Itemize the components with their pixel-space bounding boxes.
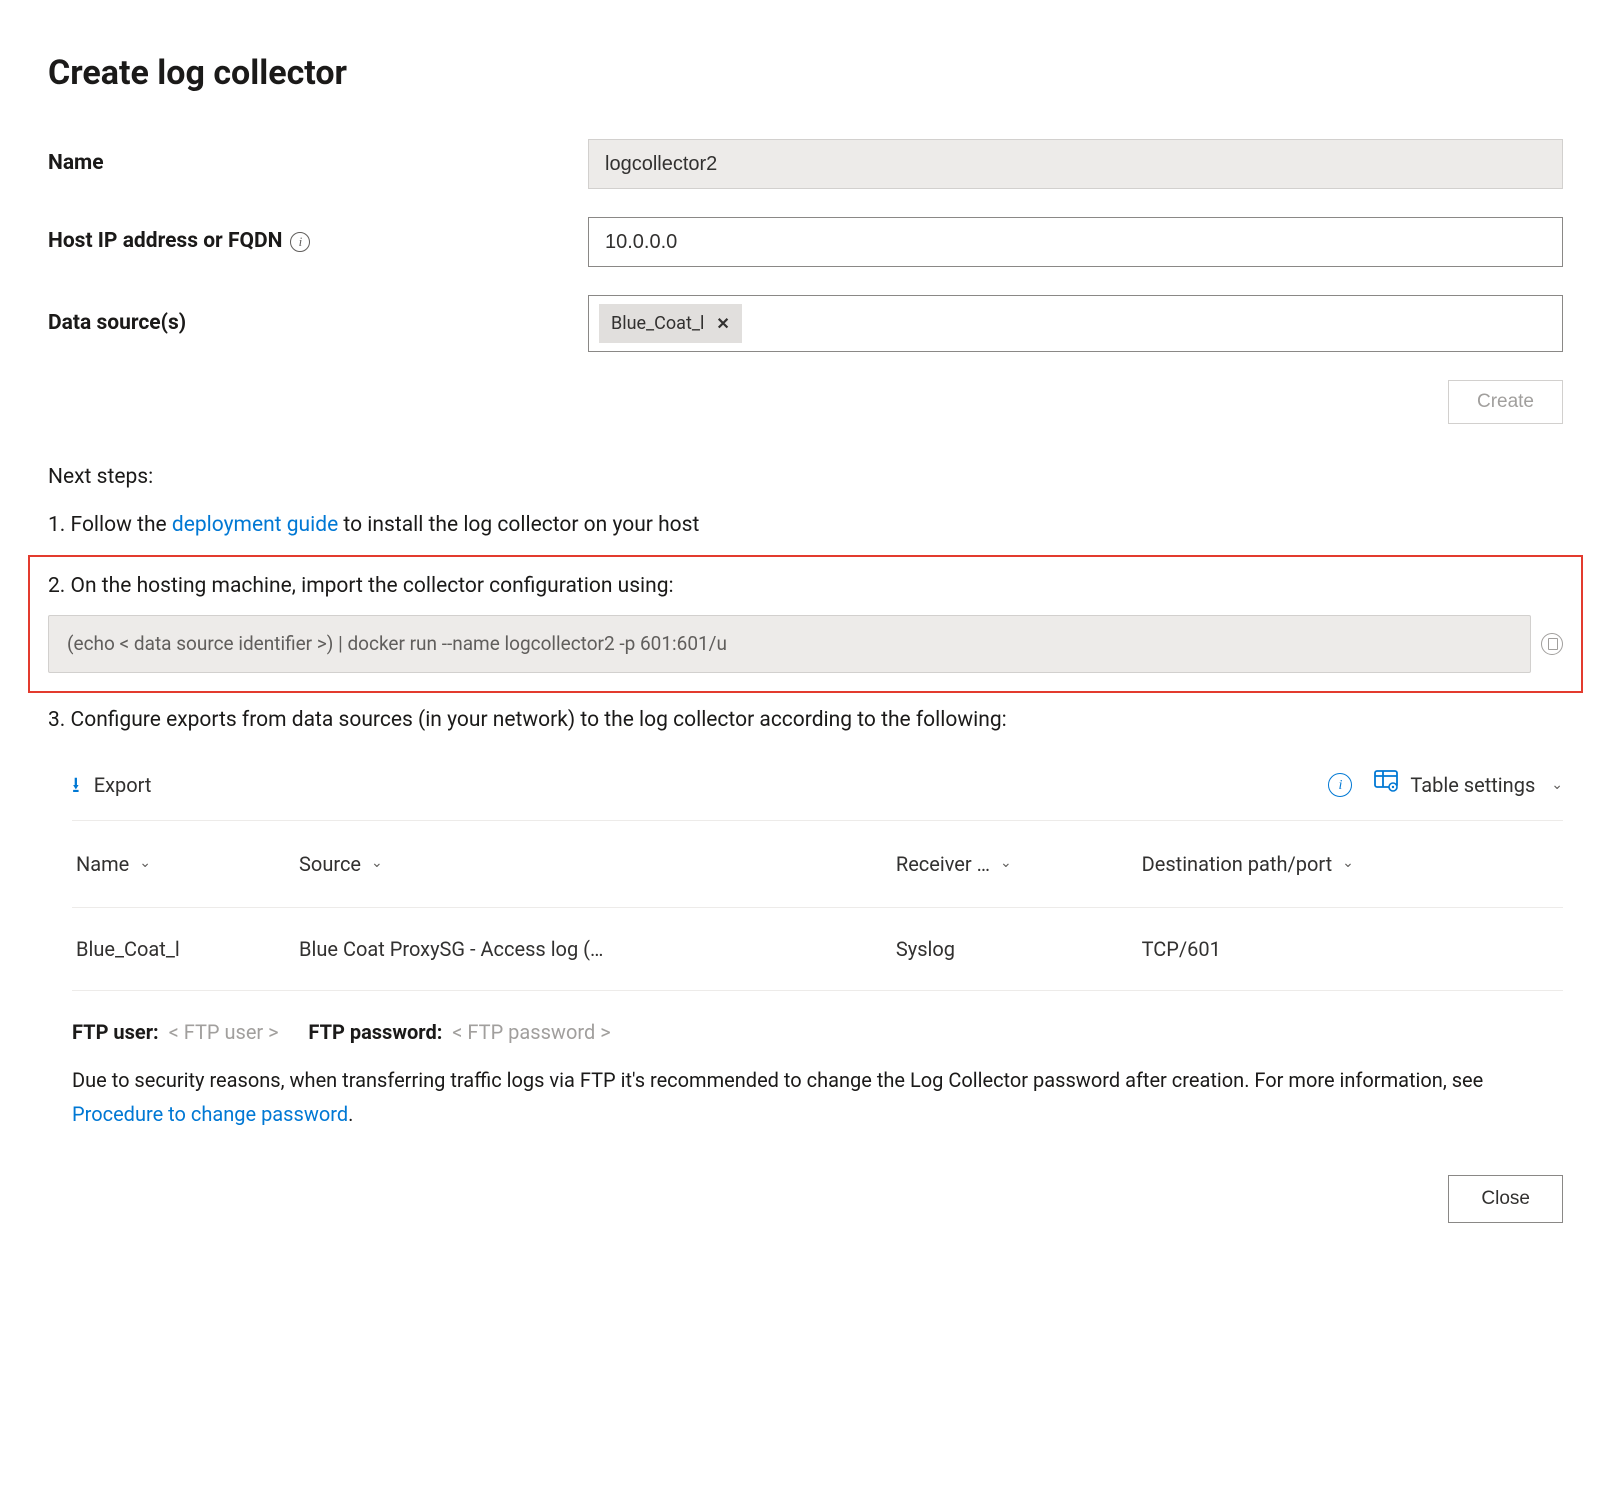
ftp-user-label: FTP user:: [72, 1020, 159, 1044]
chevron-down-icon: ⌄: [1551, 775, 1563, 796]
chevron-down-icon: ⌄: [1342, 853, 1354, 874]
chevron-down-icon: ⌄: [139, 853, 151, 874]
form-row-host: Host IP address or FQDN i: [48, 217, 1563, 267]
table-settings-icon: [1374, 770, 1398, 800]
col-name-label: Name: [76, 849, 129, 879]
data-sources-input[interactable]: Blue_Coat_l ✕: [588, 295, 1563, 352]
next-steps-heading: Next steps:: [48, 462, 1563, 494]
remove-tag-icon[interactable]: ✕: [716, 312, 729, 336]
data-sources-table: Name ⌄ Source ⌄ Receiver … ⌄ Destination pa…: [72, 821, 1563, 991]
col-dest[interactable]: Destination path/port ⌄: [1138, 821, 1563, 908]
change-password-link[interactable]: Procedure to change password: [72, 1102, 348, 1126]
form-row-name: Name: [48, 139, 1563, 189]
ftp-user-value: < FTP user >: [169, 1020, 279, 1044]
chevron-down-icon: ⌄: [1000, 853, 1012, 874]
form-row-data-sources: Data source(s) Blue_Coat_l ✕: [48, 295, 1563, 352]
table-settings-button[interactable]: Table settings ⌄: [1374, 770, 1563, 800]
code-block-wrap: (echo < data source identifier >) | dock…: [48, 615, 1563, 674]
note-text-before: Due to security reasons, when transferri…: [72, 1068, 1483, 1092]
col-name[interactable]: Name ⌄: [72, 821, 295, 908]
step-1-prefix: 1. Follow the: [48, 513, 172, 537]
export-label: Export: [94, 770, 152, 800]
host-input[interactable]: [588, 217, 1563, 267]
step-1: 1. Follow the deployment guide to instal…: [48, 510, 1563, 542]
cell-name: Blue_Coat_l: [72, 907, 295, 990]
step-1-suffix: to install the log collector on your hos…: [338, 513, 699, 537]
host-label-text: Host IP address or FQDN: [48, 226, 282, 258]
security-note: Due to security reasons, when transferri…: [72, 1063, 1563, 1131]
step-2: 2. On the hosting machine, import the co…: [48, 571, 1563, 603]
table-area: ⭳ Export i Table settings ⌄: [72, 761, 1563, 1131]
close-row: Close: [48, 1175, 1563, 1223]
toolbar-right: i Table settings ⌄: [1328, 770, 1563, 800]
export-button[interactable]: ⭳ Export: [72, 769, 151, 802]
data-source-tag-label: Blue_Coat_l: [611, 310, 704, 337]
ftp-credentials: FTP user: < FTP user > FTP password: < F…: [72, 1017, 1563, 1047]
deployment-guide-link[interactable]: deployment guide: [172, 513, 338, 537]
ftp-password-value: < FTP password >: [452, 1020, 610, 1044]
col-dest-label: Destination path/port: [1142, 849, 1333, 879]
chevron-down-icon: ⌄: [371, 853, 383, 874]
copy-icon[interactable]: [1541, 633, 1563, 655]
data-source-tag: Blue_Coat_l ✕: [599, 304, 742, 343]
table-settings-label: Table settings: [1410, 770, 1535, 800]
create-button-row: Create: [48, 380, 1563, 424]
create-button[interactable]: Create: [1448, 380, 1563, 424]
col-source-label: Source: [299, 849, 361, 879]
cell-source: Blue Coat ProxySG - Access log (…: [295, 907, 892, 990]
table-header-row: Name ⌄ Source ⌄ Receiver … ⌄ Destination pa…: [72, 821, 1563, 908]
table-row[interactable]: Blue_Coat_l Blue Coat ProxySG - Access l…: [72, 907, 1563, 990]
close-button[interactable]: Close: [1448, 1175, 1563, 1223]
cell-dest: TCP/601: [1138, 907, 1563, 990]
cell-receiver: Syslog: [892, 907, 1138, 990]
command-code-block[interactable]: (echo < data source identifier >) | dock…: [48, 615, 1531, 674]
page-title: Create log collector: [48, 48, 1563, 99]
col-receiver-label: Receiver …: [896, 849, 990, 879]
host-label: Host IP address or FQDN i: [48, 226, 588, 258]
download-icon: ⭳: [72, 769, 80, 802]
name-input[interactable]: [588, 139, 1563, 189]
table-toolbar: ⭳ Export i Table settings ⌄: [72, 761, 1563, 821]
col-source[interactable]: Source ⌄: [295, 821, 892, 908]
step-2-highlight: 2. On the hosting machine, import the co…: [28, 555, 1583, 693]
step-3: 3. Configure exports from data sources (…: [48, 705, 1563, 737]
name-label: Name: [48, 148, 588, 180]
table-info-icon[interactable]: i: [1328, 773, 1352, 797]
info-icon[interactable]: i: [290, 232, 310, 252]
data-sources-label: Data source(s): [48, 308, 588, 340]
note-text-after: .: [348, 1102, 353, 1126]
col-receiver[interactable]: Receiver … ⌄: [892, 821, 1138, 908]
ftp-password-label: FTP password:: [308, 1020, 442, 1044]
